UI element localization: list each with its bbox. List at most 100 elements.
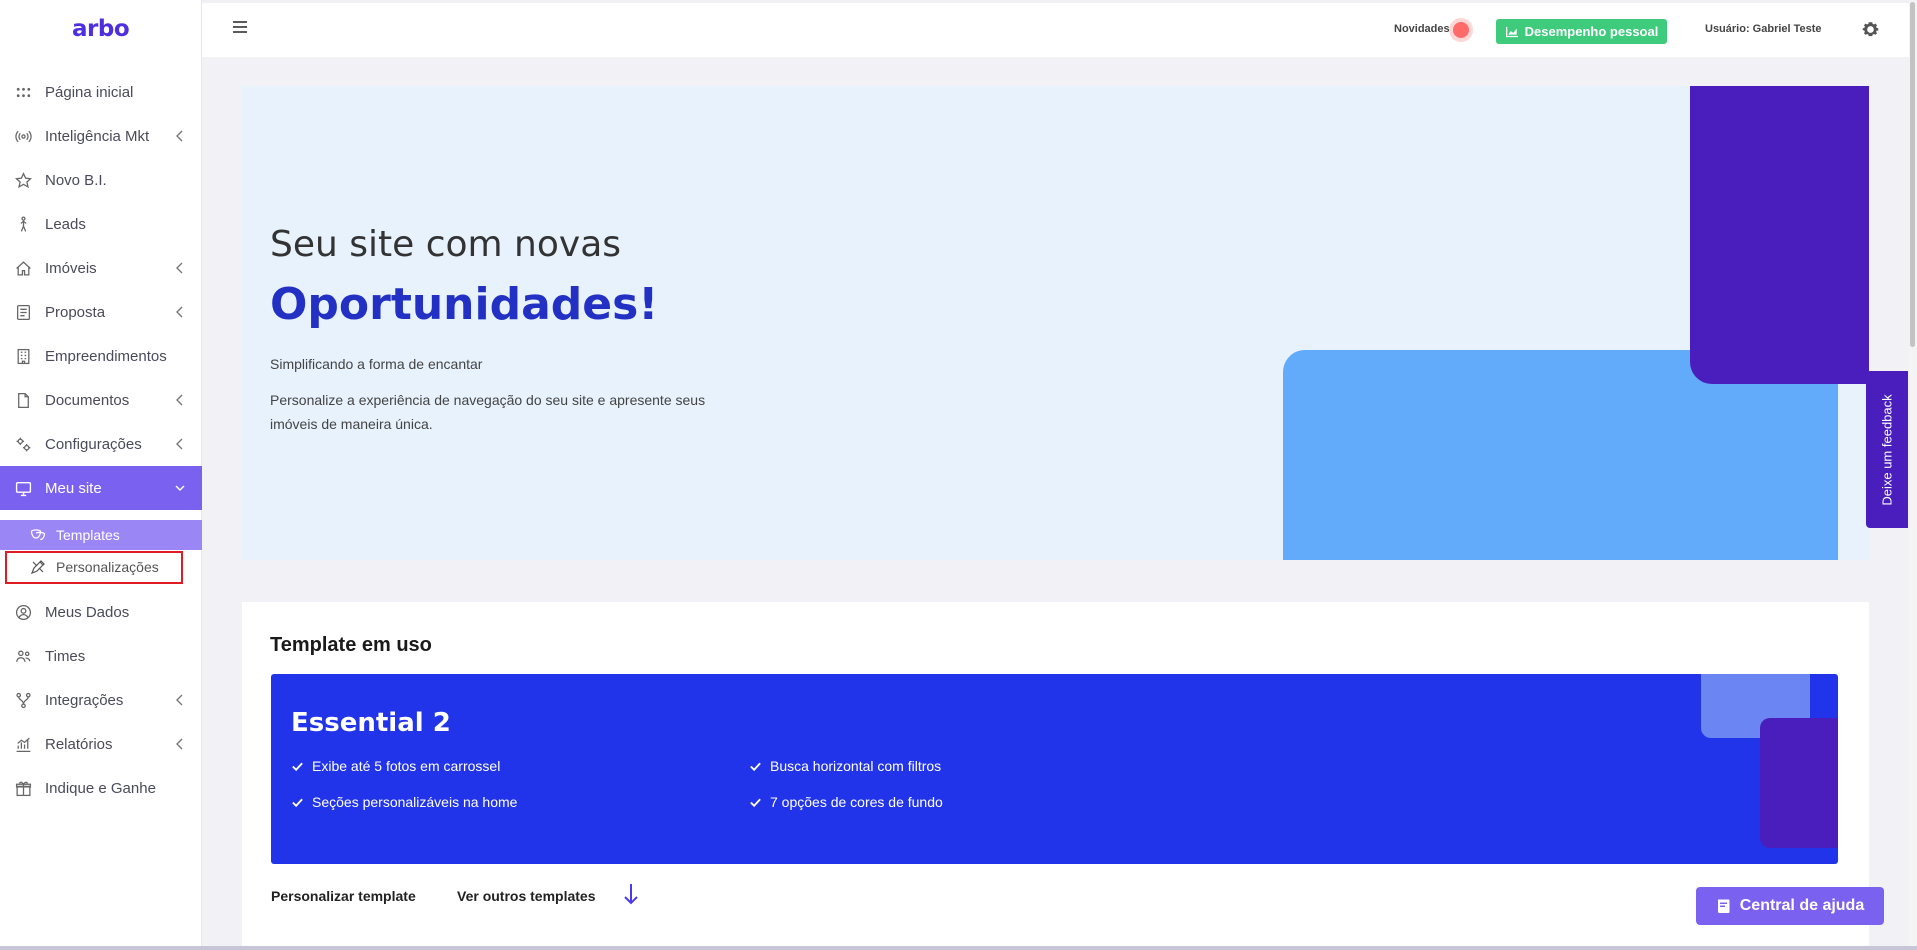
gears-icon [13,434,33,454]
sidebar-item-indique-e-ganhe[interactable]: Indique e Ganhe [0,766,202,810]
chart-icon [13,734,33,754]
network-icon [13,690,33,710]
sidebar: arbo Página inicial Inteligência Mkt Nov… [0,0,202,950]
check-icon [750,762,761,771]
highlight-box [5,551,183,584]
feature-item: 7 opções de cores de fundo [749,794,943,810]
sidebar-item-times[interactable]: Times [0,634,202,678]
help-center-label: Central de ajuda [1739,897,1865,914]
sidebar-item-empreendimentos[interactable]: Empreendimentos [0,334,202,378]
check-icon [750,798,761,807]
sidebar-item-label: Documentos [45,391,130,409]
scrollbar-thumb[interactable] [1910,2,1915,347]
template-card: Template em uso Essential 2 Exibe até 5 … [242,602,1869,950]
window-bottom-edge [0,946,1917,950]
sidebar-item-label: Relatórios [45,735,113,753]
customize-template-link[interactable]: Personalizar template [271,888,416,904]
template-decoration-dark [1760,718,1838,848]
building-icon [13,346,33,366]
sidebar-item-configuracoes[interactable]: Configurações [0,422,202,466]
sidebar-item-label: Meu site [45,479,102,497]
chevron-left-icon [176,394,183,406]
user-circle-icon [13,602,33,622]
sidebar-item-label: Indique e Ganhe [45,779,156,797]
performance-label: Desempenho pessoal [1524,24,1659,39]
sidebar-item-relatorios[interactable]: Relatórios [0,722,202,766]
sidebar-item-label: Empreendimentos [45,347,167,365]
hero-banner: Seu site com novas Oportunidades! Simpli… [242,86,1869,560]
sidebar-item-imoveis[interactable]: Imóveis [0,246,202,290]
sidebar-subitem-label: Templates [56,527,120,543]
sidebar-item-label: Times [45,647,86,665]
book-icon [1717,899,1730,913]
file-icon [13,390,33,410]
sidebar-item-label: Meus Dados [45,603,130,621]
house-icon [13,258,33,278]
feedback-label: Deixe um feedback [1879,393,1895,506]
topbar: Novidades Desempenho pessoal Usuário: Ga… [202,0,1917,57]
monitor-icon [13,478,33,498]
arrow-down-icon[interactable] [622,882,640,906]
hero-title-small: Seu site com novas [270,224,622,265]
template-name: Essential 2 [291,708,451,738]
sidebar-item-integracoes[interactable]: Integrações [0,678,202,722]
chevron-left-icon [176,694,183,706]
sidebar-item-inteligencia-mkt[interactable]: Inteligência Mkt [0,114,202,158]
hero-title-big: Oportunidades! [270,279,659,330]
logo[interactable]: arbo [0,0,201,57]
sidebar-item-meus-dados[interactable]: Meus Dados [0,590,202,634]
feedback-tab[interactable]: Deixe um feedback [1866,371,1908,528]
check-icon [292,798,303,807]
hero-subtitle: Simplificando a forma de encantar [270,356,483,372]
gift-icon [13,778,33,798]
hero-decoration-purple [1690,86,1869,384]
chevron-left-icon [176,738,183,750]
chevron-down-icon [175,485,185,491]
sidebar-item-meu-site[interactable]: Meu site [0,466,202,510]
feature-item: Exibe até 5 fotos em carrossel [291,758,500,774]
masks-icon [30,527,46,543]
news-badge [1453,22,1469,38]
chevron-left-icon [176,262,183,274]
sidebar-item-pagina-inicial[interactable]: Página inicial [0,70,202,114]
broadcast-icon [13,126,33,146]
document-list-icon [13,302,33,322]
template-banner: Essential 2 Exibe até 5 fotos em carross… [271,674,1838,864]
chevron-left-icon [176,306,183,318]
sidebar-item-proposta[interactable]: Proposta [0,290,202,334]
check-icon [292,762,303,771]
sidebar-item-label: Proposta [45,303,106,321]
sidebar-item-novo-bi[interactable]: Novo B.I. [0,158,202,202]
sidebar-item-label: Integrações [45,691,124,709]
gear-icon[interactable] [1861,20,1880,39]
sidebar-item-documentos[interactable]: Documentos [0,378,202,422]
template-section-title: Template em uso [270,634,432,656]
sidebar-item-label: Novo B.I. [45,171,107,189]
feature-label: Exibe até 5 fotos em carrossel [312,758,501,774]
sidebar-item-leads[interactable]: Leads [0,202,202,246]
news-link[interactable]: Novidades [1394,23,1450,35]
person-walking-icon [13,214,33,234]
menu-icon[interactable] [232,20,248,34]
hero-description: Personalize a experiência de navegação d… [270,392,706,432]
feature-label: Busca horizontal com filtros [770,758,942,774]
star-icon [13,170,33,190]
chevron-left-icon [176,438,183,450]
grid-dots-icon [13,82,33,102]
feature-label: 7 opções de cores de fundo [770,794,943,810]
feature-item: Busca horizontal com filtros [749,758,941,774]
performance-button[interactable]: Desempenho pessoal [1496,19,1667,44]
other-templates-link[interactable]: Ver outros templates [457,888,596,904]
sidebar-item-label: Inteligência Mkt [45,127,150,145]
help-center-button[interactable]: Central de ajuda [1696,887,1884,925]
sidebar-item-label: Configurações [45,435,142,453]
sidebar-subitem-templates[interactable]: Templates [0,520,202,550]
sidebar-item-label: Página inicial [45,83,134,101]
user-label: Usuário: Gabriel Teste [1705,23,1822,35]
feature-label: Seções personalizáveis na home [312,794,518,810]
chevron-left-icon [176,130,183,142]
sidebar-item-label: Imóveis [45,259,97,277]
feature-item: Seções personalizáveis na home [291,794,517,810]
users-group-icon [13,646,33,666]
chart-area-icon [1505,26,1518,37]
